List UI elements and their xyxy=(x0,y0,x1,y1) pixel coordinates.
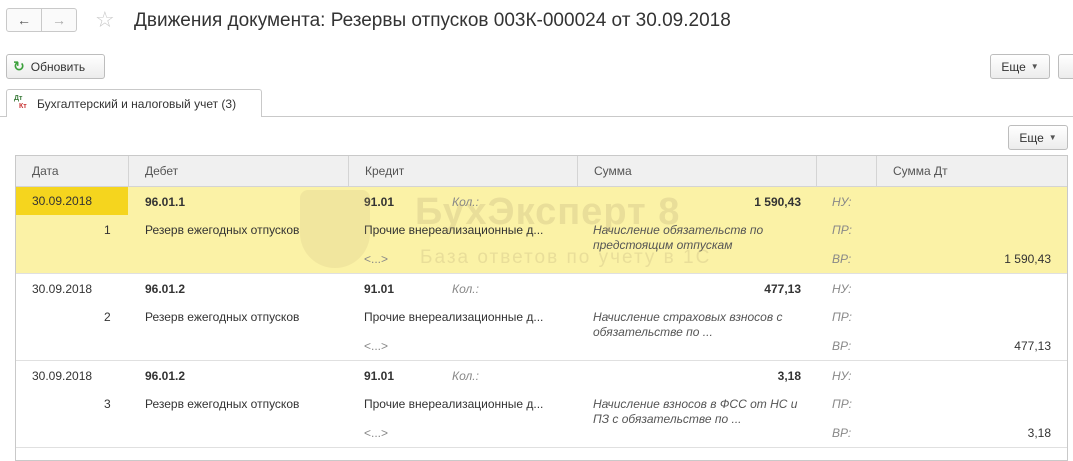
row-sum: 1 590,43 xyxy=(754,195,801,209)
row-number: 3 xyxy=(104,397,111,411)
row-date: 30.09.2018 xyxy=(32,282,93,296)
header-sum-dt[interactable]: Сумма Дт xyxy=(877,156,1067,187)
row-content: Начисление страховых взносов с обязатель… xyxy=(593,310,783,339)
debit-account: 96.01.1 xyxy=(145,195,186,209)
chevron-down-icon: ▼ xyxy=(1048,133,1057,142)
credit-account: 91.01 xyxy=(364,195,395,209)
row-number: 2 xyxy=(104,310,111,324)
vr-sum: 477,13 xyxy=(1014,339,1051,353)
arrow-right-icon: → xyxy=(52,12,66,28)
page-title: Движения документа: Резервы отпусков 003… xyxy=(134,10,731,31)
pr-label: ПР: xyxy=(832,223,852,237)
tab-accounting[interactable]: Дт Кт Бухгалтерский и налоговый учет (3) xyxy=(6,89,262,117)
table-more-button[interactable]: Еще ▼ xyxy=(1008,125,1068,150)
row-content: Начисление обязательств по предстоящим о… xyxy=(593,223,764,252)
table-row[interactable]: 30.09.2018 3 96.01.2 Резерв ежегодных от… xyxy=(16,361,1067,448)
refresh-button[interactable]: ↻ Обновить xyxy=(6,54,105,79)
debit-account: 96.01.2 xyxy=(145,369,186,383)
nu-label: НУ: xyxy=(832,369,852,383)
header-sum[interactable]: Сумма xyxy=(578,156,817,187)
vr-label: ВР: xyxy=(832,339,852,353)
debit-subconto: Резерв ежегодных отпусков xyxy=(145,397,300,411)
header-debit[interactable]: Дебет xyxy=(129,156,349,187)
nu-label: НУ: xyxy=(832,195,852,209)
table-row[interactable]: 30.09.2018 1 96.01.1 Резерв ежегодных от… xyxy=(16,187,1067,274)
star-icon[interactable]: ☆ xyxy=(95,8,115,32)
vr-sum: 1 590,43 xyxy=(1004,252,1051,266)
vr-sum: 3,18 xyxy=(1027,426,1051,440)
header-spacer xyxy=(817,156,877,187)
refresh-icon: ↻ xyxy=(13,58,25,74)
credit-subconto-2: <...> xyxy=(364,426,389,440)
credit-subconto: Прочие внереализационные д... xyxy=(364,310,544,324)
row-content: Начисление взносов в ФСС от НС и ПЗ с об… xyxy=(593,397,798,426)
debit-subconto: Резерв ежегодных отпусков xyxy=(145,223,300,237)
qty-label: Кол.: xyxy=(452,369,479,383)
credit-account: 91.01 xyxy=(364,369,395,383)
back-button[interactable]: ← xyxy=(7,9,41,31)
chevron-down-icon: ▼ xyxy=(1030,62,1039,71)
qty-label: Кол.: xyxy=(452,282,479,296)
forward-button[interactable]: → xyxy=(41,9,76,31)
debit-subconto: Резерв ежегодных отпусков xyxy=(145,310,300,324)
row-number: 1 xyxy=(104,223,111,237)
credit-subconto: Прочие внереализационные д... xyxy=(364,397,544,411)
arrow-left-icon: ← xyxy=(17,12,31,28)
debit-credit-icon: Дт Кт xyxy=(14,94,27,110)
table-header: Дата Дебет Кредит Сумма Сумма Дт xyxy=(16,156,1067,187)
row-date: 30.09.2018 xyxy=(32,369,93,383)
vr-label: ВР: xyxy=(832,426,852,440)
row-sum: 3,18 xyxy=(777,369,801,383)
header-credit[interactable]: Кредит xyxy=(349,156,578,187)
refresh-label: Обновить xyxy=(30,59,86,74)
credit-subconto-2: <...> xyxy=(364,252,389,266)
more-label: Еще xyxy=(1001,59,1026,74)
extra-menu-button[interactable] xyxy=(1058,54,1073,79)
credit-account: 91.01 xyxy=(364,282,395,296)
nu-label: НУ: xyxy=(832,282,852,296)
tab-label: Бухгалтерский и налоговый учет (3) xyxy=(37,96,237,111)
credit-subconto-2: <...> xyxy=(364,339,389,353)
header-date[interactable]: Дата xyxy=(16,156,129,187)
pr-label: ПР: xyxy=(832,310,852,324)
navigation-buttons: ← → xyxy=(6,8,77,32)
pr-label: ПР: xyxy=(832,397,852,411)
row-date: 30.09.2018 xyxy=(16,187,128,215)
table-row[interactable]: 30.09.2018 2 96.01.2 Резерв ежегодных от… xyxy=(16,274,1067,361)
movements-table[interactable]: Дата Дебет Кредит Сумма Сумма Дт 30.09.2… xyxy=(15,155,1068,461)
vr-label: ВР: xyxy=(832,252,852,266)
qty-label: Кол.: xyxy=(452,195,479,209)
row-sum: 477,13 xyxy=(764,282,801,296)
debit-account: 96.01.2 xyxy=(145,282,186,296)
more-button[interactable]: Еще ▼ xyxy=(990,54,1050,79)
table-more-label: Еще xyxy=(1019,130,1044,145)
credit-subconto: Прочие внереализационные д... xyxy=(364,223,544,237)
